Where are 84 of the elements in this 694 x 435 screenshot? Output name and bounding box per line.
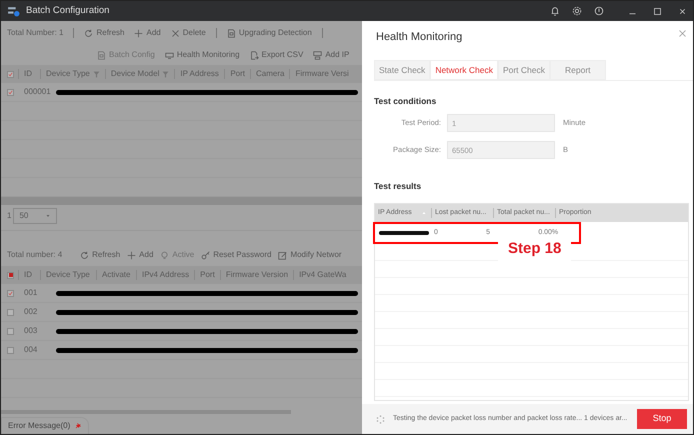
column-header[interactable]: Port: [200, 269, 215, 281]
error-message-tab[interactable]: Error Message(0): [1, 417, 90, 434]
toolbar-button[interactable]: Add: [127, 249, 154, 261]
column-header[interactable]: Firmware Versi: [295, 68, 349, 80]
column-header[interactable]: Device Type: [46, 68, 90, 80]
total-count: Total Number: 1: [7, 27, 64, 39]
tab[interactable]: Port Check: [498, 60, 550, 80]
document-icon: [226, 28, 236, 38]
app-icon: [7, 4, 20, 18]
table-cell-text: 000001: [23, 86, 50, 98]
column-header[interactable]: ID: [24, 269, 32, 281]
table-cell-text: 002: [23, 306, 38, 318]
select-all-checkbox[interactable]: [7, 272, 14, 278]
table-row[interactable]: 001: [1, 284, 362, 303]
plus-icon: [134, 28, 144, 38]
document-icon: [97, 50, 106, 60]
table-row[interactable]: 003: [1, 322, 362, 341]
refresh-icon: [84, 28, 94, 38]
table-cell-text: 003: [23, 325, 38, 337]
check-icon: [8, 70, 13, 78]
column-header[interactable]: Device Type: [46, 269, 90, 281]
column-header[interactable]: IP Address: [180, 68, 219, 80]
check-icon: [8, 88, 13, 96]
section-title: Test conditions: [374, 95, 438, 108]
filter-icon: [162, 70, 170, 78]
page-size-dropdown[interactable]: 50: [13, 208, 58, 224]
checkbox[interactable]: [7, 308, 14, 316]
scrollbar[interactable]: [1, 197, 362, 205]
toolbar-button[interactable]: Add IP: [313, 49, 350, 61]
column-header[interactable]: IPv4 Address: [142, 269, 190, 281]
column-header[interactable]: Camera: [256, 68, 284, 80]
column-header[interactable]: IPv4 GateWa: [299, 269, 346, 281]
table-cell-text: 001: [23, 287, 38, 299]
key-icon: [201, 250, 210, 260]
select-all-checkbox[interactable]: [7, 70, 14, 78]
table-row[interactable]: 000001: [1, 83, 362, 102]
tab-label: Error Message(0): [8, 420, 70, 432]
gear-icon[interactable]: [572, 6, 582, 16]
monitor-icon: [164, 50, 174, 60]
toolbar-button[interactable]: Refresh: [84, 27, 124, 39]
section-title: Test results: [374, 180, 422, 193]
caret-icon: [45, 213, 52, 219]
column-header[interactable]: Activate: [102, 269, 130, 281]
plus-icon: [127, 250, 136, 260]
export-icon: [250, 50, 259, 60]
column-header[interactable]: Firmware Version: [226, 269, 288, 281]
toolbar-button[interactable]: Refresh: [80, 249, 120, 261]
refresh-icon: [80, 250, 90, 260]
total-count: Total number: 4: [7, 249, 62, 261]
page-number: 1: [7, 210, 12, 222]
close-icon: [170, 28, 180, 38]
toolbar-button[interactable]: Reset Password: [201, 249, 272, 261]
bulb-icon: [160, 250, 170, 260]
table-row[interactable]: 002: [1, 303, 362, 322]
window-title: Batch Configuration: [26, 4, 110, 18]
tab[interactable]: Network Check: [430, 60, 498, 80]
dialog-title: Health Monitoring: [376, 30, 462, 45]
tab[interactable]: Report: [550, 60, 606, 80]
checkbox[interactable]: [7, 328, 14, 334]
filter-icon: [92, 70, 100, 78]
toolbar-button[interactable]: Delete: [170, 27, 206, 39]
column-header[interactable]: ID: [24, 68, 32, 80]
table-row[interactable]: 004: [1, 341, 362, 360]
bell-icon[interactable]: [550, 6, 560, 16]
toolbar-button[interactable]: Upgrading Detection: [226, 27, 312, 39]
checkbox[interactable]: [7, 346, 14, 354]
toolbar-button[interactable]: Modify Networ: [278, 249, 342, 261]
network-icon: [313, 50, 322, 60]
table-cell-text: 004: [23, 344, 38, 356]
spinner-icon: [376, 414, 385, 424]
close-icon[interactable]: [678, 6, 687, 16]
stop-button[interactable]: Stop: [637, 409, 687, 429]
toolbar-button[interactable]: Health Monitoring: [164, 49, 240, 61]
checkbox[interactable]: [7, 290, 14, 296]
check-icon: [8, 290, 13, 296]
toolbar-button[interactable]: Add: [134, 27, 161, 39]
toolbar-button[interactable]: Export CSV: [250, 49, 304, 61]
column-header[interactable]: Device Model: [110, 68, 160, 80]
tab[interactable]: State Check: [374, 60, 430, 80]
column-header[interactable]: Port: [230, 68, 246, 80]
checkbox[interactable]: [7, 88, 14, 96]
edit-icon: [278, 250, 288, 260]
sort-icon: [421, 210, 427, 216]
maximize-icon[interactable]: [653, 6, 662, 16]
